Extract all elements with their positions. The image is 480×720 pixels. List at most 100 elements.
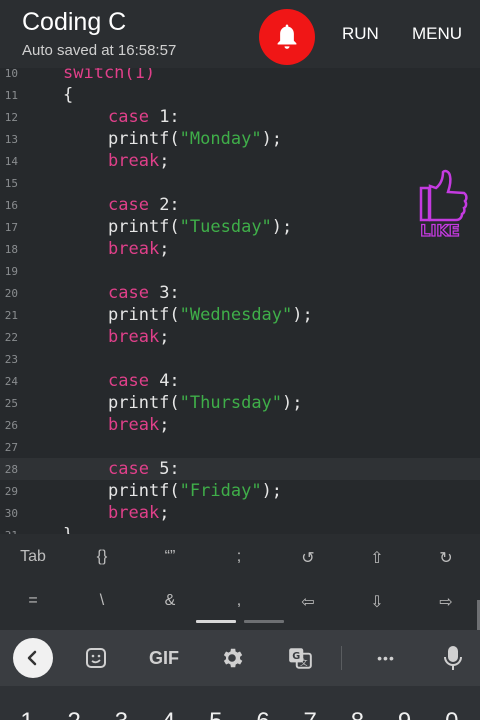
- code-text: printf("Tuesday");: [108, 216, 292, 238]
- code-line[interactable]: 30 break;: [0, 502, 480, 524]
- code-token: );: [282, 393, 303, 413]
- code-token: (: [169, 305, 180, 325]
- number-key[interactable]: 6: [240, 708, 286, 720]
- keyboard-back-button[interactable]: [13, 638, 53, 678]
- sticker-button[interactable]: [80, 642, 112, 674]
- line-number: 23: [4, 353, 18, 366]
- code-text: printf("Thursday");: [108, 392, 303, 414]
- code-line[interactable]: 24 case 4:: [0, 370, 480, 392]
- line-number: 20: [4, 287, 18, 300]
- line-number: 11: [4, 89, 18, 102]
- code-line[interactable]: 31}: [0, 524, 480, 534]
- voice-input-button[interactable]: [438, 642, 468, 674]
- code-text: break;: [108, 238, 169, 260]
- code-token: printf: [108, 393, 170, 413]
- symbol-key[interactable]: ↻: [421, 548, 471, 568]
- number-key[interactable]: 4: [146, 708, 192, 720]
- symbol-key[interactable]: =: [8, 592, 58, 610]
- code-token: {: [63, 85, 74, 105]
- symbol-key[interactable]: &: [145, 592, 195, 610]
- notification-button[interactable]: [259, 9, 315, 65]
- code-token: 2:: [148, 195, 180, 215]
- line-number: 26: [4, 419, 18, 432]
- code-token: break: [108, 327, 160, 347]
- back-icon: [27, 650, 37, 666]
- line-number: 16: [4, 199, 18, 212]
- symbol-key[interactable]: {}: [77, 548, 127, 566]
- code-token: 5:: [148, 459, 180, 479]
- code-line[interactable]: 12 case 1:: [0, 106, 480, 128]
- number-key[interactable]: 3: [98, 708, 144, 720]
- code-line[interactable]: 16 case 2:: [0, 194, 480, 216]
- code-text: }: [63, 524, 73, 534]
- code-token: switch(1): [63, 68, 156, 83]
- line-number: 27: [4, 441, 18, 454]
- code-editor[interactable]: 10 switch(1) 11 {12 case 1: 13 printf("Monday"…: [0, 68, 480, 534]
- symbol-key[interactable]: ⇦: [283, 592, 333, 612]
- line-number: 18: [4, 243, 18, 256]
- number-key[interactable]: 0: [429, 708, 475, 720]
- number-key[interactable]: 9: [382, 708, 428, 720]
- code-line[interactable]: 27: [0, 436, 480, 458]
- like-thumb-icon: LIKE: [420, 169, 468, 240]
- line-number: 25: [4, 397, 18, 410]
- code-token: ;: [159, 503, 170, 523]
- symbol-key[interactable]: “”: [145, 548, 195, 566]
- menu-button[interactable]: MENU: [412, 24, 462, 44]
- gif-button[interactable]: GIF: [144, 642, 184, 674]
- code-line[interactable]: 15: [0, 172, 480, 194]
- code-token: break: [108, 151, 160, 171]
- code-line[interactable]: 13 printf("Monday");: [0, 128, 480, 150]
- code-token: (: [169, 217, 180, 237]
- svg-text:文: 文: [300, 657, 308, 667]
- code-line[interactable]: 23: [0, 348, 480, 370]
- code-line[interactable]: 20 case 3:: [0, 282, 480, 304]
- like-label: LIKE: [420, 221, 459, 240]
- code-token: }: [63, 525, 73, 534]
- code-token: case: [108, 459, 149, 479]
- code-line[interactable]: 28 case 5:: [0, 458, 480, 480]
- number-key[interactable]: 2: [51, 708, 97, 720]
- symbol-key[interactable]: ⇧: [352, 548, 402, 568]
- symbol-key[interactable]: ,: [214, 592, 264, 610]
- number-key[interactable]: 5: [193, 708, 239, 720]
- code-line[interactable]: 22 break;: [0, 326, 480, 348]
- code-token: 4:: [148, 371, 180, 391]
- code-line[interactable]: 18 break;: [0, 238, 480, 260]
- keyboard-settings-button[interactable]: [216, 642, 248, 674]
- symbol-key[interactable]: ⇨: [421, 592, 471, 612]
- code-line[interactable]: 19: [0, 260, 480, 282]
- code-token: (: [169, 481, 180, 501]
- code-text: break;: [108, 414, 169, 436]
- code-token: printf: [108, 305, 170, 325]
- code-line[interactable]: 21 printf("Wednesday");: [0, 304, 480, 326]
- number-key[interactable]: 7: [287, 708, 333, 720]
- code-line[interactable]: 10 switch(1): [0, 68, 480, 84]
- code-token: ;: [159, 239, 170, 259]
- code-line[interactable]: 25 printf("Thursday");: [0, 392, 480, 414]
- number-key[interactable]: 8: [334, 708, 380, 720]
- number-key[interactable]: 1: [4, 708, 50, 720]
- code-line[interactable]: 14 break;: [0, 150, 480, 172]
- symbol-key[interactable]: ⇩: [352, 592, 402, 612]
- code-line[interactable]: 26 break;: [0, 414, 480, 436]
- symbol-key[interactable]: ;: [214, 548, 264, 566]
- code-token: break: [108, 503, 160, 523]
- symbol-key[interactable]: \: [77, 592, 127, 610]
- code-token: case: [108, 107, 149, 127]
- code-token: ;: [159, 151, 170, 171]
- run-button[interactable]: RUN: [342, 24, 379, 44]
- code-text: case 3:: [108, 282, 180, 304]
- code-token: 1:: [148, 107, 180, 127]
- symbol-key[interactable]: ↺: [283, 548, 333, 568]
- code-line[interactable]: 11 {: [0, 84, 480, 106]
- mic-icon: [444, 646, 462, 670]
- code-line[interactable]: 29 printf("Friday");: [0, 480, 480, 502]
- more-button[interactable]: •••: [366, 642, 406, 674]
- code-line[interactable]: 17 printf("Tuesday");: [0, 216, 480, 238]
- symbol-key[interactable]: Tab: [8, 548, 58, 566]
- line-number: 13: [4, 133, 18, 146]
- code-token: case: [108, 283, 149, 303]
- translate-button[interactable]: G文: [284, 642, 316, 674]
- line-number: 17: [4, 221, 18, 234]
